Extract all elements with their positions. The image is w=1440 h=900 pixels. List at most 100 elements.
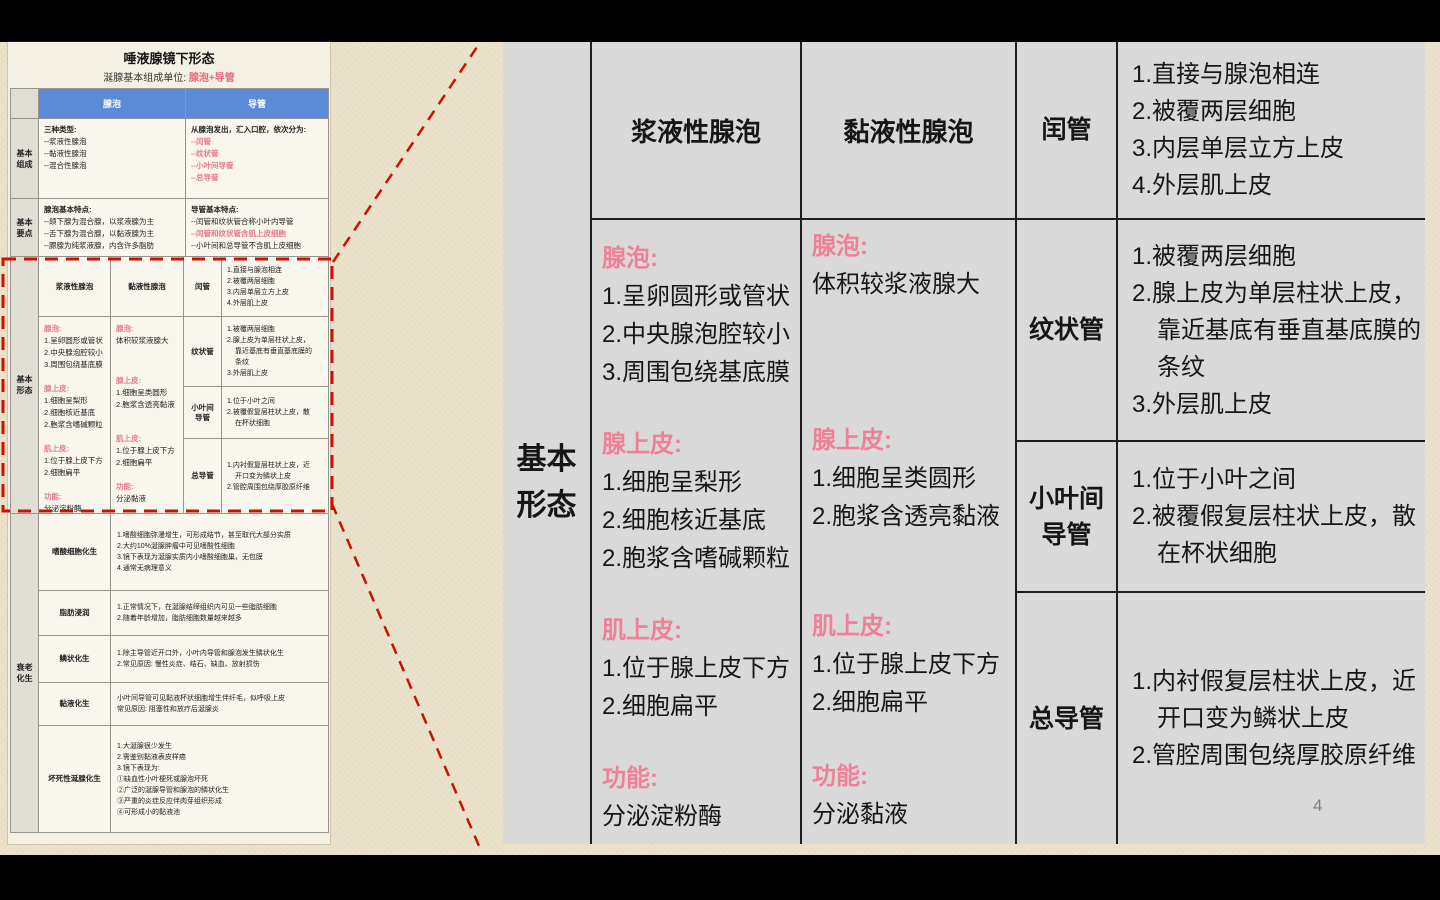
subtitle-value: 腺泡+导管 [188, 73, 235, 84]
connector-line-bottom [330, 503, 481, 847]
text-line: 2.细胞扁平 [116, 458, 153, 467]
thumb-mucous-content: 腺泡: 体积较浆液腺大 腺上皮: 1.细胞呈类圆形 2.胞浆含透亮黏液 肌上皮: 1.位… [111, 317, 184, 514]
group-lines: 1.呈卵圆形或管状 2.中央腺泡腔较小 3.周围包绕基底膜 [602, 278, 800, 392]
acinus-group: 功能: 分泌淀粉酶 [602, 760, 800, 836]
zoomed-table-panel: 基本形态 浆液性腺泡 黏液性腺泡 闰管 1.直接与腺泡相连 2.被覆两层细胞 3.内… [503, 42, 1425, 844]
group-heading: 功能: [44, 492, 62, 501]
metaplasia-content-necrotizing: 1.大涎腺很少发生 2.需鉴别黏液表皮样癌 3.镜下表现为: ①缺血性小叶梗死或腺泡坏… [111, 726, 329, 833]
text-line: 2.被覆两层细胞 [1132, 98, 1297, 125]
text-line: 靠近基底有垂直基底膜的 [235, 348, 312, 355]
text-line: 3.内层单层立方上皮 [227, 288, 289, 296]
thumbnail-subtitle: 涎腺基本组成单位: 腺泡+导管 [8, 69, 330, 84]
text-line: 1.细胞呈梨形 [44, 396, 88, 405]
metaplasia-content-oncocytic: 1.嗜酸细胞弥漫增生，可形成结节，甚至取代大部分实质 2.大约10%涎腺肿瘤中可见… [111, 514, 329, 591]
text-line: 1.位于腺上皮下方 [812, 651, 1001, 678]
metaplasia-content-squamous: 1.除主导管近开口外，小叶内导管和腺泡发生鳞状化生 2.常见原因: 慢性炎症、结石… [111, 636, 329, 683]
panel-mucous-content: 腺泡: 体积较浆液腺大 腺上皮: 1.细胞呈类圆形 2.胞浆含透亮黏液 肌上皮: 1.位… [802, 220, 1017, 844]
text-line: --浆液性腺泡 [44, 137, 87, 146]
group-heading: 肌上皮: [812, 613, 892, 640]
group-heading: 腺上皮: [116, 376, 141, 385]
subtitle-label: 涎腺基本组成单位: [103, 73, 189, 84]
composition-acinus-cell: 三种类型: --浆液性腺泡 --黏液性腺泡 --混合性腺泡 [39, 119, 186, 199]
panel-duct-content-striated: 1.被覆两层细胞 2.腺上皮为单层柱状上皮， 靠近基底有垂直基底膜的 条纹 3.外层肌上… [1118, 220, 1425, 442]
text-line: 靠近基底有垂直基底膜的 [1157, 316, 1421, 344]
text-line: 2.胞浆含嗜碱颗粒 [602, 545, 791, 572]
text-line: 1.细胞呈梨形 [602, 469, 743, 496]
text-line: 1.位于腺上皮下方 [116, 446, 175, 455]
text-line: 体积较浆液腺大 [812, 271, 980, 298]
thumb-duct-label-interlobular: 小叶间导管 [184, 387, 222, 439]
group-lines: 1.位于腺上皮下方 2.细胞扁平 [812, 646, 1015, 722]
text-line: 2.细胞核近基底 [44, 408, 96, 417]
acinus-group: 功能: 分泌黏液 [116, 481, 183, 505]
text-line: 2.胞浆含嗜碱颗粒 [44, 420, 103, 429]
group-lines: 体积较浆液腺大 [812, 266, 1015, 304]
composition-acinus-lines: 三种类型: --浆液性腺泡 --黏液性腺泡 --混合性腺泡 [39, 119, 185, 172]
text-line: 在杯状细胞 [235, 420, 270, 427]
page-number: 4 [1313, 796, 1323, 815]
keypoints-acinus-lines: 腺泡基本特点: --颌下腺为混合腺，以浆液腺为主 --舌下腺为混合腺，以黏液腺为主 -… [39, 199, 185, 252]
thumb-duct-label-striated: 纹状管 [184, 317, 222, 387]
text-line: 1.位于小叶之间 [227, 398, 275, 405]
group-lines: 1.呈卵圆形或管状 2.中央腺泡腔较小 3.周围包绕基底膜 [44, 335, 110, 371]
text-line: 2.管腔周围包绕厚胶原纤维 [1132, 742, 1417, 769]
text-line: 3.镜下表现为: [117, 764, 160, 772]
text-line: 1.嗜酸细胞弥漫增生，可形成结节，甚至取代大部分实质 [117, 532, 291, 539]
acinus-group: 腺泡: 体积较浆液腺大 [116, 323, 183, 347]
group-heading: 腺泡: [44, 324, 62, 333]
text-line: 开口变为鳞状上皮 [235, 472, 291, 480]
text-line: --黏液性腺泡 [44, 149, 87, 158]
acinus-group: 腺上皮: 1.细胞呈梨形 2.细胞核近基底 2.胞浆含嗜碱颗粒 [44, 383, 110, 431]
letterbox-top [0, 0, 1440, 42]
group-lines: 1.细胞呈梨形 2.细胞核近基底 2.胞浆含嗜碱颗粒 [602, 464, 800, 578]
panel-serous-header: 浆液性腺泡 [592, 42, 802, 220]
acinus-group: 腺上皮: 1.细胞呈梨形 2.细胞核近基底 2.胞浆含嗜碱颗粒 [602, 426, 800, 578]
text-line: 1.被覆两层细胞 [227, 326, 275, 333]
metaplasia-label-squamous: 鳞状化生 [39, 636, 111, 683]
row-label-morphology: 基本形态 [11, 257, 39, 514]
group-heading: 腺泡: [812, 233, 868, 260]
text-line: 3.镜下表现为涎腺实质内小嗜酸细胞巢，无包膜 [117, 554, 263, 561]
panel-duct-label-main: 总导管 [1017, 593, 1118, 844]
connector-line-top [331, 43, 481, 263]
acinus-group: 腺上皮: 1.细胞呈类圆形 2.胞浆含透亮黏液 [812, 422, 1015, 536]
text-line: 2.随着年龄增加，脂肪细胞数量越来越多 [117, 615, 242, 622]
metaplasia-label-mucous: 黏液化生 [39, 683, 111, 726]
text-line: 2.被覆两层细胞 [227, 277, 275, 285]
thumb-duct-label-intercalated: 闰管 [184, 257, 222, 317]
group-heading: 腺泡: [116, 324, 134, 333]
panel-duct-content-intercalated: 1.直接与腺泡相连 2.被覆两层细胞 3.内层单层立方上皮 4.外层肌上皮 [1118, 42, 1425, 220]
text-line: 导管基本特点: [191, 205, 239, 214]
text-line: 2.被覆假复层柱状上皮，散 [227, 409, 310, 416]
text-line: 分泌淀粉酶 [44, 504, 82, 513]
group-lines: 1.细胞呈类圆形 2.胞浆含透亮黏液 [116, 387, 183, 411]
text-line: 分泌黏液 [812, 801, 908, 828]
metaplasia-label-fatty: 脂肪浸润 [39, 591, 111, 636]
group-lines: 体积较浆液腺大 [116, 335, 183, 347]
composition-duct-lines: 从腺泡发出，汇入口腔，依次分为: --闰管 --纹状管 --小叶间导管 --总导管 [186, 119, 328, 184]
corner-cell [11, 89, 39, 119]
text-line: 1.呈卵圆形或管状 [602, 283, 791, 310]
text-line: 3.外层肌上皮 [227, 370, 268, 377]
group-heading: 肌上皮: [602, 617, 682, 644]
text-line: 1.被覆两层细胞 [1132, 242, 1297, 270]
text-line: 条纹 [235, 359, 249, 366]
text-line: ③严重的炎症反应伴肉芽组织形成 [117, 797, 222, 805]
slide-stage: 唾液腺镜下形态 涎腺基本组成单位: 腺泡+导管 腺泡 导管 基本组成 三种类型:… [0, 42, 1440, 855]
thumb-duct-label-main: 总导管 [184, 439, 222, 514]
group-lines: 分泌黏液 [812, 796, 1015, 834]
keypoints-duct-lines: 导管基本特点: --闰管和纹状管合称小叶内导管 --闰管和纹状管含肌上皮细胞 --小叶… [186, 199, 328, 252]
group-heading: 腺上皮: [602, 431, 682, 458]
keypoints-duct-cell: 导管基本特点: --闰管和纹状管合称小叶内导管 --闰管和纹状管含肌上皮细胞 --小叶… [186, 199, 329, 257]
text-line: 4.外层肌上皮 [1132, 172, 1273, 199]
text-line: 2.腺上皮为单层柱状上皮， [1132, 279, 1417, 307]
panel-duct-content-interlobular: 1.位于小叶之间 2.被覆假复层柱状上皮，散 在杯状细胞 [1118, 442, 1425, 593]
group-heading: 肌上皮: [116, 434, 141, 443]
group-lines: 分泌淀粉酶 [44, 503, 110, 513]
row-label-composition: 基本组成 [11, 119, 39, 199]
text-line: 4.通常无病理意义 [117, 565, 172, 572]
text-line: 分泌黏液 [116, 494, 146, 503]
group-lines: 1.位于腺上皮下方 2.细胞扁平 [602, 650, 800, 726]
text-line: 4.外层肌上皮 [227, 299, 268, 307]
text-line: 3.内层单层立方上皮 [1132, 135, 1345, 162]
